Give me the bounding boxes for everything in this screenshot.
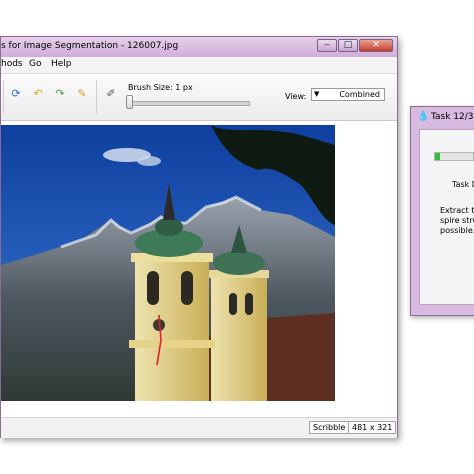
left-tower xyxy=(135,259,209,401)
brush-icon[interactable]: ✐ xyxy=(104,87,118,101)
drop-icon: 💧 xyxy=(417,111,430,122)
minimize-button[interactable]: ‒ xyxy=(317,39,337,52)
toolbar-separator xyxy=(96,80,97,114)
right-tower-window xyxy=(245,293,253,315)
image-canvas[interactable] xyxy=(1,121,397,417)
toolbar-separator xyxy=(3,80,4,114)
status-image-size: 481 x 321 xyxy=(348,421,397,434)
right-tower xyxy=(211,275,267,401)
menu-bar: hods Go Help xyxy=(1,57,397,74)
menu-methods[interactable]: hods xyxy=(1,59,23,69)
status-mode: Scribble xyxy=(309,421,350,434)
status-bar: Scribble 481 x 321 xyxy=(1,417,397,438)
chevron-down-icon: ▼ xyxy=(314,90,320,98)
task-instruction-line: spire stru xyxy=(440,216,474,225)
task-description-label: Task D xyxy=(452,180,474,189)
brush-tool-icon[interactable]: ✎ xyxy=(75,87,89,101)
view-select[interactable]: ▼ Combined xyxy=(311,88,385,101)
task-instruction-line: Extract th xyxy=(440,206,474,215)
window-title: s for Image Segmentation - 126007.jpg xyxy=(1,41,179,51)
menu-help[interactable]: Help xyxy=(51,59,72,69)
cloud xyxy=(137,156,161,166)
task-window-title: Task 12/30 xyxy=(431,112,474,122)
brush-size-slider-track[interactable] xyxy=(128,101,250,106)
undo-icon[interactable]: ↶ xyxy=(31,87,45,101)
menu-go[interactable]: Go xyxy=(29,59,41,69)
task-instruction-line: possible. xyxy=(440,226,474,235)
photo-image[interactable] xyxy=(1,125,335,401)
title-bar[interactable]: s for Image Segmentation - 126007.jpg ‒ … xyxy=(1,37,397,57)
brush-size-label: Brush Size: 1 px xyxy=(128,83,193,92)
right-tower-window xyxy=(229,293,237,315)
toolbar: ⟳ ↶ ↷ ✎ ✐ Brush Size: 1 px View: ▼ Combi… xyxy=(1,74,397,121)
refresh-icon[interactable]: ⟳ xyxy=(9,87,23,101)
left-tower-window xyxy=(147,271,159,305)
task-progress-fill xyxy=(435,153,440,160)
left-tower-cornice xyxy=(129,340,215,348)
main-window: s for Image Segmentation - 126007.jpg ‒ … xyxy=(0,36,398,438)
left-tower-lantern xyxy=(155,218,183,236)
maximize-button[interactable]: □ xyxy=(338,39,358,52)
close-button[interactable]: ✕ xyxy=(359,39,393,52)
task-progress-bar xyxy=(434,152,474,161)
view-select-value: Combined xyxy=(339,90,380,99)
left-tower-window xyxy=(181,271,193,305)
view-label: View: xyxy=(285,92,307,101)
brush-size-slider-thumb[interactable] xyxy=(126,95,133,109)
task-instructions: Extract th spire stru possible. xyxy=(440,206,474,236)
redo-icon[interactable]: ↷ xyxy=(53,87,67,101)
right-tower-dome xyxy=(213,251,265,275)
